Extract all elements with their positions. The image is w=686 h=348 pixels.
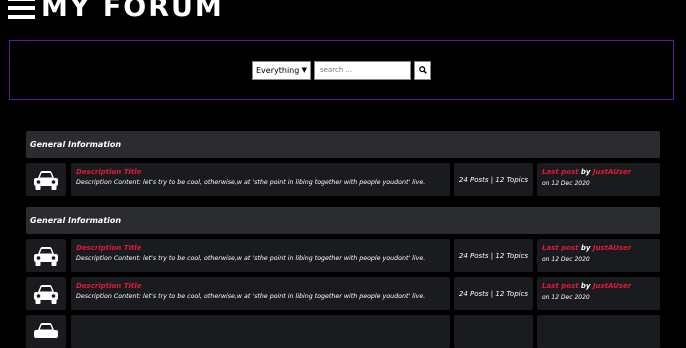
forum-stats: 24 Posts | 12 Topics [454, 277, 533, 310]
search-scope-value: Everything [256, 65, 300, 75]
forum-stats: 24 Posts | 12 Topics [454, 163, 533, 196]
category-header[interactable]: General Information [26, 207, 660, 234]
last-post-by: by [580, 244, 591, 252]
last-post-user-link[interactable]: JustAUser [593, 244, 631, 252]
car-icon [34, 322, 58, 338]
hamburger-menu-icon[interactable] [8, 0, 35, 19]
forum-title-link[interactable]: Description Title [76, 282, 445, 290]
last-post-link[interactable]: Last post [542, 244, 578, 252]
search-button[interactable] [414, 60, 431, 80]
forum-description-text: Description Content: let's try to be coo… [76, 255, 426, 262]
forum-title-link[interactable]: Description Title [76, 244, 445, 252]
last-post-by: by [580, 168, 591, 176]
forum-category: General Information Description Title De… [26, 207, 660, 348]
forum-icon-cell [26, 277, 66, 310]
header: MY FORUM [0, 0, 224, 22]
last-post-date: on 12 Dec 2020 [542, 256, 590, 263]
forum-row[interactable]: Description Title Description Content: l… [26, 239, 660, 272]
forum-icon-cell [26, 239, 66, 272]
last-post-by: by [580, 282, 591, 290]
car-icon [34, 246, 58, 266]
last-post-link[interactable]: Last post [542, 168, 578, 176]
forum-stats: 24 Posts | 12 Topics [454, 239, 533, 272]
last-post: Last post by JustAUser on 12 Dec 2020 [537, 163, 660, 196]
site-logo[interactable]: MY FORUM [41, 0, 224, 22]
last-post: Last post by JustAUser on 12 Dec 2020 [537, 239, 660, 272]
forum-description-text: Description Content: let's try to be coo… [76, 179, 426, 186]
forum-description: Description Title Description Content: l… [71, 163, 450, 196]
search-panel: Everything ▼ search ... [9, 40, 674, 100]
last-post: Last post by JustAUser on 12 Dec 2020 [537, 277, 660, 310]
forum-row[interactable]: Description Title Description Content: l… [26, 277, 660, 310]
search-placeholder: search ... [320, 66, 353, 74]
forum-category: General Information Description Title De… [26, 131, 660, 196]
forum-row[interactable]: Description Title Description Content: l… [26, 163, 660, 196]
forum-description: Description Title Description Content: l… [71, 239, 450, 272]
forum-description-text: Description Content: let's try to be coo… [76, 293, 426, 300]
chevron-down-icon: ▼ [301, 66, 307, 74]
last-post-date: on 12 Dec 2020 [542, 180, 590, 187]
search-icon [418, 66, 427, 74]
search-input[interactable]: search ... [314, 60, 411, 80]
last-post-user-link[interactable]: JustAUser [593, 282, 631, 290]
last-post-user-link[interactable]: JustAUser [593, 168, 631, 176]
forum-description: Description Title Description Content: l… [71, 277, 450, 310]
search-scope-select[interactable]: Everything ▼ [252, 60, 311, 80]
last-post-date: on 12 Dec 2020 [542, 294, 590, 301]
car-icon [34, 170, 58, 190]
category-header[interactable]: General Information [26, 131, 660, 158]
car-icon [34, 284, 58, 304]
forum-icon-cell [26, 163, 66, 196]
last-post-link[interactable]: Last post [542, 282, 578, 290]
forum-title-link[interactable]: Description Title [76, 168, 445, 176]
